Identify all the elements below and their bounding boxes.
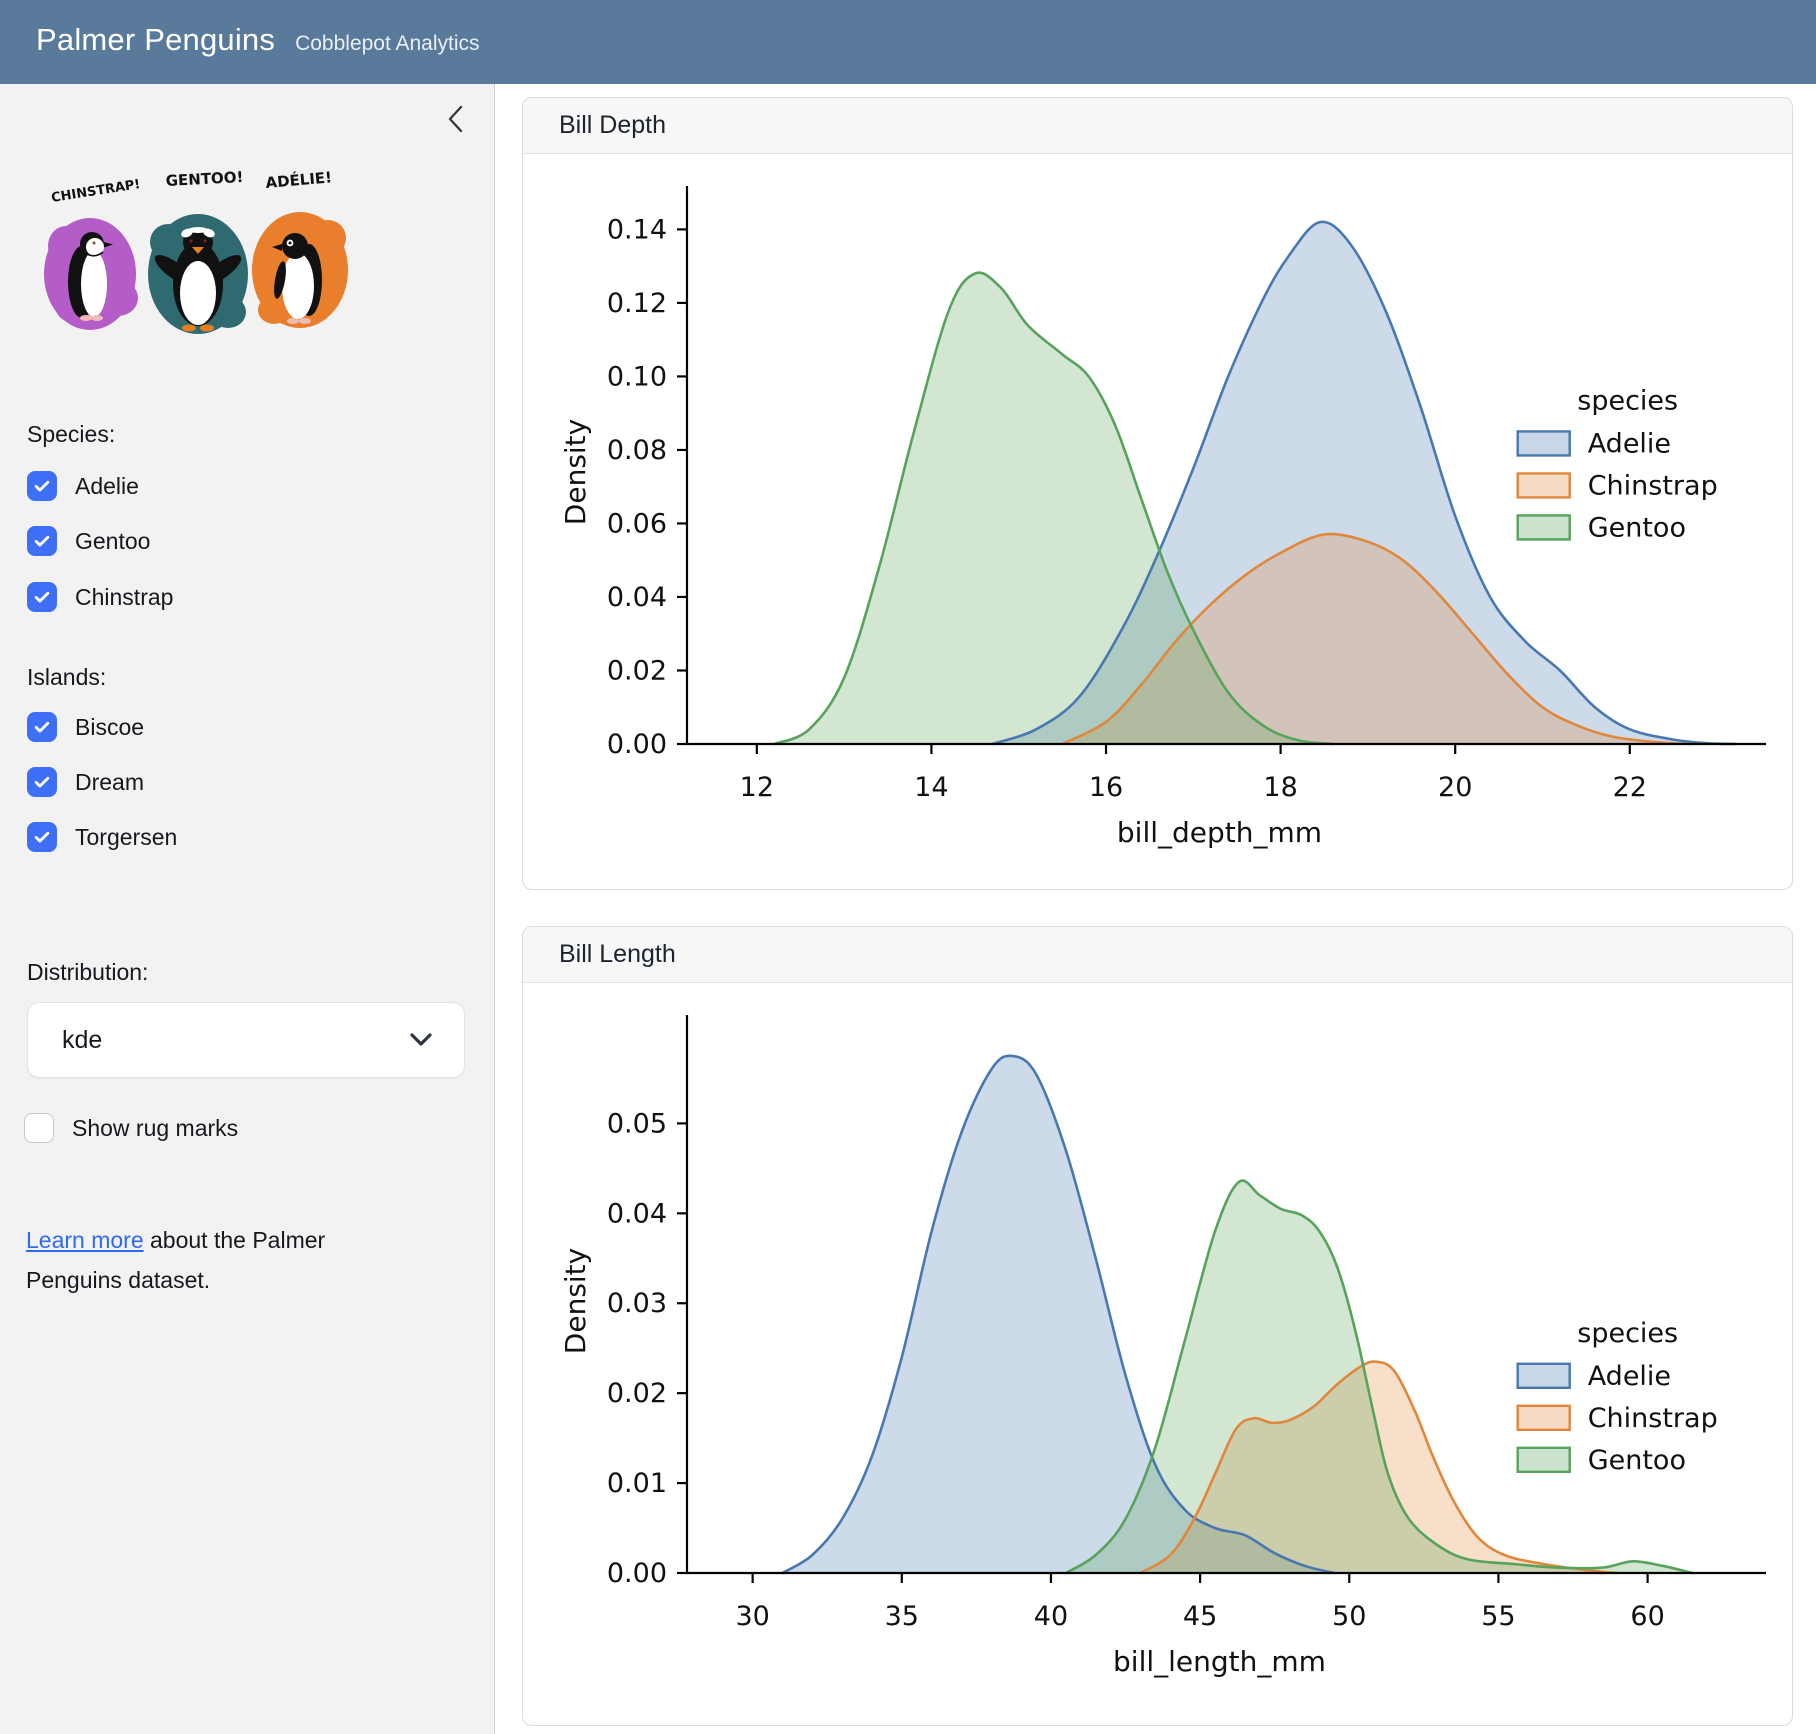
svg-text:0.04: 0.04 <box>607 582 667 613</box>
checkbox-label: Gentoo <box>75 528 150 555</box>
bill-length-card-header: Bill Length <box>523 927 1792 983</box>
bill-depth-chart: 12 14 16 18 20 22 0.00 0.02 0.04 0.06 0.08 0.10 0.12… <box>537 172 1777 872</box>
svg-text:0.08: 0.08 <box>607 435 667 466</box>
svg-text:30: 30 <box>735 1601 769 1632</box>
svg-text:0.14: 0.14 <box>607 214 667 245</box>
svg-text:0.05: 0.05 <box>607 1108 667 1139</box>
bill-depth-card: Bill Depth 12 14 16 18 20 22 0.00 0.02 0.04 0.06 0… <box>522 97 1793 890</box>
svg-text:0.02: 0.02 <box>607 1378 667 1409</box>
svg-text:Adelie: Adelie <box>1588 428 1671 459</box>
checkbox-biscoe[interactable]: Biscoe <box>27 712 144 742</box>
svg-text:18: 18 <box>1263 772 1297 803</box>
svg-text:ADÉLIE!: ADÉLIE! <box>265 167 333 192</box>
svg-text:Chinstrap: Chinstrap <box>1588 1403 1718 1434</box>
main-content: Bill Depth 12 14 16 18 20 22 0.00 0.02 0.04 0.06 0… <box>496 84 1816 1734</box>
svg-text:0.00: 0.00 <box>607 1558 667 1589</box>
svg-text:0.12: 0.12 <box>607 288 667 319</box>
bill-length-chart: 30 35 40 45 50 55 60 0.00 0.01 0.02 0.03 0.04 0.05 bi… <box>537 1001 1777 1701</box>
svg-text:Chinstrap: Chinstrap <box>1588 470 1718 501</box>
bill-length-card-body: 30 35 40 45 50 55 60 0.00 0.01 0.02 0.03 0.04 0.05 bi… <box>523 1001 1792 1706</box>
distribution-select[interactable]: kde <box>27 1002 465 1078</box>
learn-more-link[interactable]: Learn more <box>26 1227 144 1253</box>
svg-text:Density: Density <box>559 419 592 525</box>
checkbox-icon <box>27 712 57 742</box>
checkbox-torgersen[interactable]: Torgersen <box>27 822 177 852</box>
svg-text:Adelie: Adelie <box>1588 1361 1671 1392</box>
checkbox-icon <box>27 582 57 612</box>
sidebar: CHINSTRAP! GENTOO! <box>0 84 495 1734</box>
svg-text:Gentoo: Gentoo <box>1588 1445 1686 1476</box>
checkbox-label: Biscoe <box>75 714 144 741</box>
checkbox-label: Show rug marks <box>72 1115 238 1142</box>
checkbox-gentoo[interactable]: Gentoo <box>27 526 150 556</box>
checkbox-adelie[interactable]: Adelie <box>27 471 139 501</box>
penguins-artwork-image: CHINSTRAP! GENTOO! <box>28 146 372 356</box>
species-section-label: Species: <box>27 421 115 448</box>
svg-text:45: 45 <box>1183 1601 1217 1632</box>
svg-text:0.04: 0.04 <box>607 1198 667 1229</box>
svg-text:0.01: 0.01 <box>607 1468 667 1499</box>
svg-text:20: 20 <box>1438 772 1472 803</box>
checkbox-label: Adelie <box>75 473 139 500</box>
svg-text:14: 14 <box>914 772 948 803</box>
chevron-down-icon <box>408 1031 434 1049</box>
svg-text:22: 22 <box>1613 772 1647 803</box>
svg-text:40: 40 <box>1034 1601 1068 1632</box>
svg-text:60: 60 <box>1630 1601 1664 1632</box>
checkbox-icon <box>27 471 57 501</box>
svg-text:0.10: 0.10 <box>607 361 667 392</box>
svg-text:species: species <box>1577 1318 1678 1349</box>
svg-text:12: 12 <box>740 772 774 803</box>
bill-depth-card-header: Bill Depth <box>523 98 1792 154</box>
svg-text:55: 55 <box>1481 1601 1515 1632</box>
checkbox-icon <box>24 1113 54 1143</box>
svg-text:0.03: 0.03 <box>607 1288 667 1319</box>
svg-text:species: species <box>1577 385 1678 416</box>
svg-text:0.06: 0.06 <box>607 508 667 539</box>
svg-text:bill_depth_mm: bill_depth_mm <box>1117 816 1322 849</box>
distribution-label: Distribution: <box>27 959 148 986</box>
svg-text:Gentoo: Gentoo <box>1588 512 1686 543</box>
checkbox-icon <box>27 526 57 556</box>
sidebar-collapse-button[interactable] <box>442 102 472 136</box>
svg-text:0.00: 0.00 <box>607 729 667 760</box>
svg-text:GENTOO!: GENTOO! <box>165 168 244 190</box>
distribution-selected-value: kde <box>62 1026 102 1055</box>
checkbox-show-rug-marks[interactable]: Show rug marks <box>24 1113 238 1143</box>
checkbox-label: Chinstrap <box>75 584 173 611</box>
checkbox-icon <box>27 767 57 797</box>
svg-text:35: 35 <box>885 1601 919 1632</box>
app-header: Palmer Penguins Cobblepot Analytics <box>0 0 1816 84</box>
checkbox-label: Dream <box>75 769 144 796</box>
chinstrap-artwork: CHINSTRAP! <box>44 177 141 330</box>
chevron-left-icon <box>442 102 472 136</box>
checkbox-label: Torgersen <box>75 824 177 851</box>
learn-more-text: Learn more about the Palmer Penguins dat… <box>26 1220 396 1300</box>
gentoo-artwork: GENTOO! <box>148 168 248 334</box>
bill-depth-card-body: 12 14 16 18 20 22 0.00 0.02 0.04 0.06 0.08 0.10 0.12… <box>523 172 1792 877</box>
svg-text:16: 16 <box>1089 772 1123 803</box>
svg-text:50: 50 <box>1332 1601 1366 1632</box>
card-title: Bill Depth <box>559 111 666 140</box>
checkbox-icon <box>27 822 57 852</box>
app-subtitle: Cobblepot Analytics <box>295 32 479 56</box>
checkbox-chinstrap[interactable]: Chinstrap <box>27 582 173 612</box>
svg-text:bill_length_mm: bill_length_mm <box>1113 1645 1326 1678</box>
svg-text:Density: Density <box>559 1248 592 1354</box>
svg-text:0.02: 0.02 <box>607 655 667 686</box>
adelie-artwork: ADÉLIE! <box>252 167 348 328</box>
bill-length-card: Bill Length 30 35 40 45 50 55 60 0.00 0.01 0.02 0.… <box>522 926 1793 1726</box>
islands-section-label: Islands: <box>27 664 106 691</box>
checkbox-dream[interactable]: Dream <box>27 767 144 797</box>
svg-text:CHINSTRAP!: CHINSTRAP! <box>50 177 141 206</box>
app-title: Palmer Penguins <box>36 22 275 58</box>
card-title: Bill Length <box>559 940 676 969</box>
